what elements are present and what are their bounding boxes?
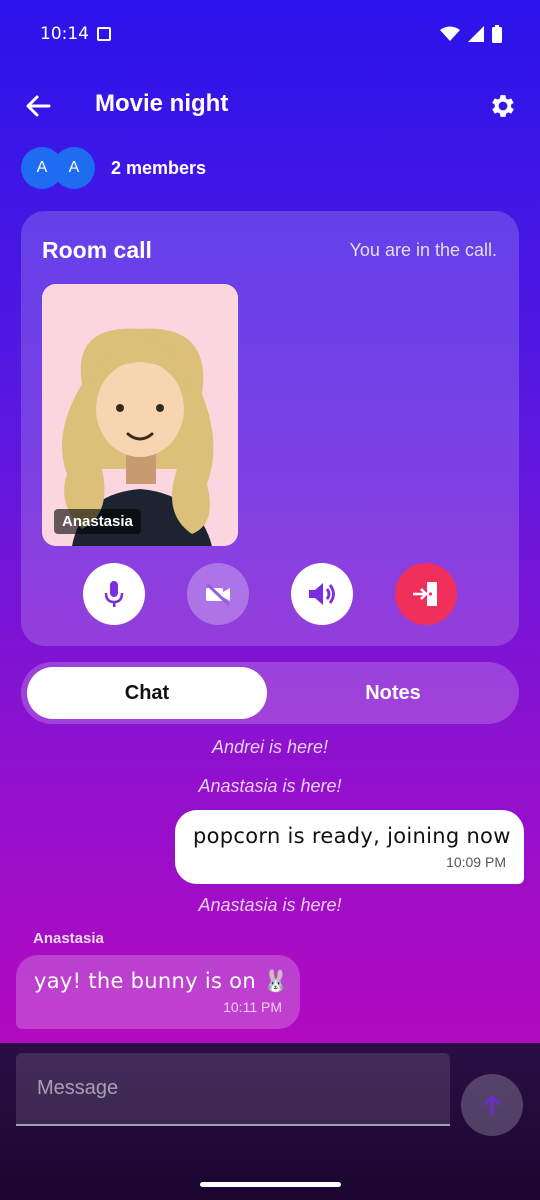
- message-input[interactable]: [16, 1053, 450, 1126]
- message-composer: [0, 1043, 540, 1200]
- settings-button[interactable]: [486, 89, 520, 123]
- status-time: 10:14: [40, 24, 89, 44]
- wifi-icon: [440, 26, 460, 41]
- tab-notes[interactable]: Notes: [273, 667, 513, 719]
- home-indicator[interactable]: [200, 1182, 341, 1187]
- mic-icon: [104, 581, 124, 607]
- room-call-card: Room call You are in the call. Anastasia: [21, 211, 519, 646]
- mic-button[interactable]: [83, 563, 145, 625]
- battery-icon: [492, 25, 502, 43]
- message-time: 10:11 PM: [223, 999, 282, 1015]
- incoming-message[interactable]: yay! the bunny is on 🐰 10:11 PM: [16, 955, 300, 1029]
- participant-avatar-image: [42, 284, 238, 546]
- send-arrow-icon: [483, 1095, 501, 1116]
- tab-bar: Chat Notes: [21, 662, 519, 724]
- video-off-icon: [205, 582, 231, 606]
- back-button[interactable]: [22, 90, 54, 122]
- app-bar: Movie night: [0, 78, 540, 134]
- page-title: Movie night: [95, 90, 229, 117]
- signal-icon: [468, 26, 484, 42]
- screenshot-icon: [97, 27, 111, 41]
- call-status: You are in the call.: [349, 240, 497, 260]
- call-controls: [83, 563, 459, 625]
- arrow-back-icon: [26, 95, 51, 117]
- send-button[interactable]: [461, 1074, 523, 1136]
- members-row[interactable]: A A 2 members: [21, 147, 206, 189]
- status-icons: [440, 25, 502, 43]
- gear-icon: [492, 95, 514, 117]
- message-text: popcorn is ready, joining now: [193, 824, 511, 848]
- tab-chat[interactable]: Chat: [27, 667, 267, 719]
- camera-toggle-button[interactable]: [187, 563, 249, 625]
- call-title: Room call: [42, 237, 152, 263]
- participant-video-tile[interactable]: Anastasia: [42, 284, 238, 546]
- leave-call-button[interactable]: [395, 563, 457, 625]
- message-time: 10:09 PM: [446, 854, 506, 870]
- members-count: 2 members: [111, 157, 207, 178]
- outgoing-message[interactable]: popcorn is ready, joining now 10:09 PM: [175, 810, 524, 884]
- status-bar: 10:14: [0, 0, 540, 68]
- system-message: Anastasia is here!: [198, 895, 342, 915]
- system-message: Andrei is here!: [211, 737, 329, 757]
- message-sender: Anastasia: [33, 930, 104, 947]
- system-message: Anastasia is here!: [198, 776, 342, 796]
- speaker-icon: [309, 583, 335, 605]
- participant-name-label: Anastasia: [54, 509, 141, 534]
- leave-icon: [413, 582, 437, 606]
- speaker-button[interactable]: [291, 563, 353, 625]
- message-text: yay! the bunny is on 🐰: [34, 969, 290, 993]
- avatar: A: [53, 147, 95, 189]
